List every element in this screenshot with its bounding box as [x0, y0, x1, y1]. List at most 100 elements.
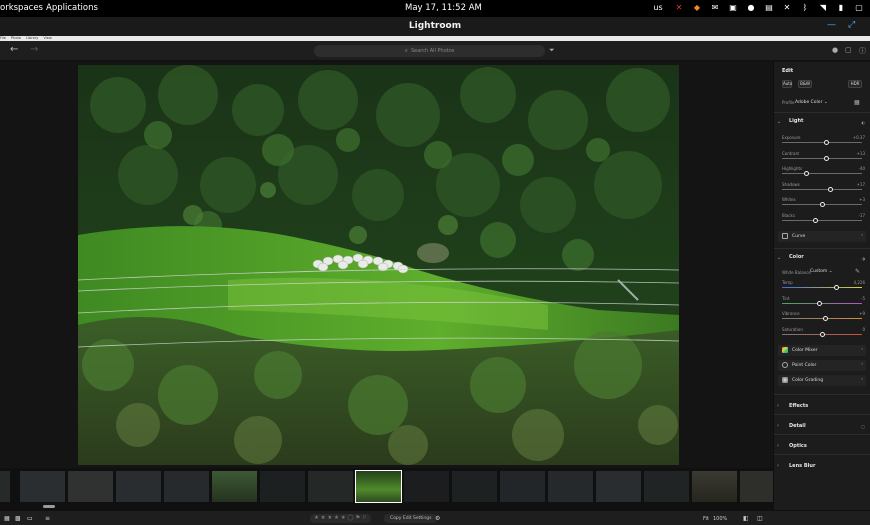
filmstrip-thumbnail[interactable] [260, 471, 305, 502]
workspaces-button[interactable]: orkspaces [0, 3, 43, 13]
lens-blur-expand-icon[interactable]: › [777, 463, 779, 469]
clock[interactable]: May 17, 11:52 AM [405, 3, 482, 13]
color-section-title[interactable]: Color [789, 254, 804, 260]
light-tone-icon[interactable]: ◐ [862, 120, 866, 125]
color-slider-value[interactable]: +9 [859, 311, 865, 316]
light-slider-track[interactable] [782, 157, 862, 159]
chat-icon[interactable]: ▣ [728, 3, 738, 13]
light-slider-track[interactable] [782, 142, 862, 143]
forward-arrow-icon[interactable]: → [30, 44, 38, 55]
effects-expand-icon[interactable]: › [777, 403, 779, 409]
color-expand-icon[interactable]: ⌄ [777, 255, 781, 261]
detail-section-title[interactable]: Detail [789, 423, 806, 429]
effects-section-title[interactable]: Effects [789, 403, 808, 409]
zoom-level[interactable]: 100% [713, 516, 727, 522]
color-slider-handle[interactable] [819, 331, 825, 337]
hdr-button[interactable]: HDR [848, 80, 862, 88]
color-bw-icon[interactable]: ◑ [862, 256, 866, 261]
back-arrow-icon[interactable]: ← [10, 44, 18, 55]
light-slider-value[interactable]: +0.37 [853, 135, 865, 140]
display-icon[interactable]: ▤ [764, 3, 774, 13]
light-slider-value[interactable]: +17 [857, 182, 865, 187]
fit-button[interactable]: Fit [703, 516, 709, 522]
filter-icon[interactable]: ⏷ [549, 46, 555, 55]
settings-gear-icon[interactable]: ⚙ [435, 515, 440, 522]
point-color-row[interactable]: Point Color › [778, 360, 866, 371]
notifications-bell-icon[interactable]: ● [832, 46, 838, 54]
auto-button[interactable]: Auto [782, 80, 792, 88]
filmstrip-thumbnail[interactable] [0, 471, 10, 502]
filmstrip-thumbnail[interactable] [740, 471, 773, 502]
battery-icon[interactable]: ▮ [836, 3, 846, 13]
color-slider-handle[interactable] [833, 285, 839, 290]
filmstrip-thumbnail[interactable] [116, 471, 161, 502]
color-slider-value[interactable]: -5 [861, 296, 865, 301]
filmstrip-thumbnail[interactable] [404, 471, 449, 502]
light-slider-value[interactable]: -40 [858, 166, 865, 171]
photo-canvas[interactable] [0, 62, 773, 468]
filmstrip-thumbnail[interactable] [164, 471, 209, 502]
curve-row[interactable]: Curve › [778, 231, 866, 242]
filmstrip-thumbnail[interactable] [20, 471, 65, 502]
filmstrip-thumbnail[interactable] [644, 471, 689, 502]
profile-browser-icon[interactable]: ▦ [854, 99, 860, 106]
pick-flag-icon[interactable]: ⚑ [355, 515, 360, 521]
light-slider-handle[interactable] [813, 217, 819, 223]
light-expand-icon[interactable]: ⌄ [777, 119, 781, 125]
filmstrip-thumbnail[interactable] [548, 471, 593, 502]
rating-bar[interactable]: ★ ★ ★ ★ ★ ◯ ⚑ ⚐ [310, 514, 371, 523]
filmstrip-thumbnail[interactable] [500, 471, 545, 502]
applications-menu[interactable]: Applications [46, 3, 98, 13]
detail-icon[interactable]: ▢ [861, 424, 865, 429]
mail-icon[interactable]: ✉ [710, 3, 720, 13]
white-balance-dropdown[interactable]: Custom ⌄ [810, 269, 832, 274]
menu-item-file[interactable]: File [0, 36, 6, 40]
color-slider-value[interactable]: 4,226 [854, 280, 865, 285]
detail-view-icon[interactable]: ▭ [27, 515, 33, 522]
color-slider-track[interactable] [782, 287, 862, 288]
update-icon[interactable]: ◆ [692, 3, 702, 13]
minimize-icon[interactable]: — [827, 20, 836, 30]
compare-icon[interactable]: ◧ [743, 515, 749, 522]
eyedropper-icon[interactable]: ✎ [855, 268, 860, 275]
filmstrip-thumbnail[interactable] [692, 471, 737, 502]
light-slider-handle[interactable] [823, 155, 829, 161]
color-slider-handle[interactable] [817, 300, 823, 306]
maximize-icon[interactable]: ⤢ [848, 20, 855, 30]
photo-preview[interactable] [78, 65, 679, 465]
copy-edit-settings-button[interactable]: Copy Edit Settings [384, 514, 438, 523]
keyboard-layout-indicator[interactable]: us [650, 3, 666, 13]
light-slider-track[interactable] [782, 219, 862, 221]
profile-dropdown[interactable]: Adobe Color ⌄ [795, 100, 828, 105]
vpn-icon[interactable]: ✕ [674, 3, 684, 13]
reject-flag-icon[interactable]: ◯ [347, 515, 353, 521]
grid-small-icon[interactable]: ▦ [4, 515, 10, 522]
menu-item-library[interactable]: Library [26, 36, 38, 40]
unflag-icon[interactable]: ⚐ [362, 515, 367, 521]
wifi-icon[interactable]: ◥ [818, 3, 828, 13]
filmstrip-thumbnail[interactable] [452, 471, 497, 502]
sort-icon[interactable]: ≡ [45, 515, 50, 522]
menu-item-photo[interactable]: Photo [11, 36, 21, 40]
grid-large-icon[interactable]: ▩ [15, 515, 21, 522]
light-slider-handle[interactable] [803, 171, 809, 176]
before-after-icon[interactable]: ◫ [757, 515, 763, 522]
light-slider-track[interactable] [782, 188, 862, 190]
filmstrip[interactable] [0, 468, 773, 510]
steam-icon[interactable]: ● [746, 3, 756, 13]
light-slider-value[interactable]: +3 [859, 197, 865, 202]
color-mixer-row[interactable]: Color Mixer › [778, 345, 866, 356]
color-slider-value[interactable]: 0 [862, 327, 865, 332]
light-slider-value[interactable]: +13 [857, 151, 865, 156]
optics-section-title[interactable]: Optics [789, 443, 807, 449]
color-slider-handle[interactable] [822, 316, 828, 321]
light-slider-track[interactable] [782, 173, 862, 174]
light-slider-handle[interactable] [827, 186, 833, 192]
search-input[interactable]: ⌕ Search All Photos [314, 45, 545, 57]
filmstrip-scrollbar[interactable] [43, 505, 55, 508]
menu-item-view[interactable]: View [43, 36, 51, 40]
filmstrip-thumbnail[interactable] [68, 471, 113, 502]
microphone-off-icon[interactable]: ✕ [782, 3, 792, 13]
color-grading-row[interactable]: Color Grading › [778, 375, 866, 386]
bluetooth-icon[interactable]: ᛒ [800, 3, 810, 13]
